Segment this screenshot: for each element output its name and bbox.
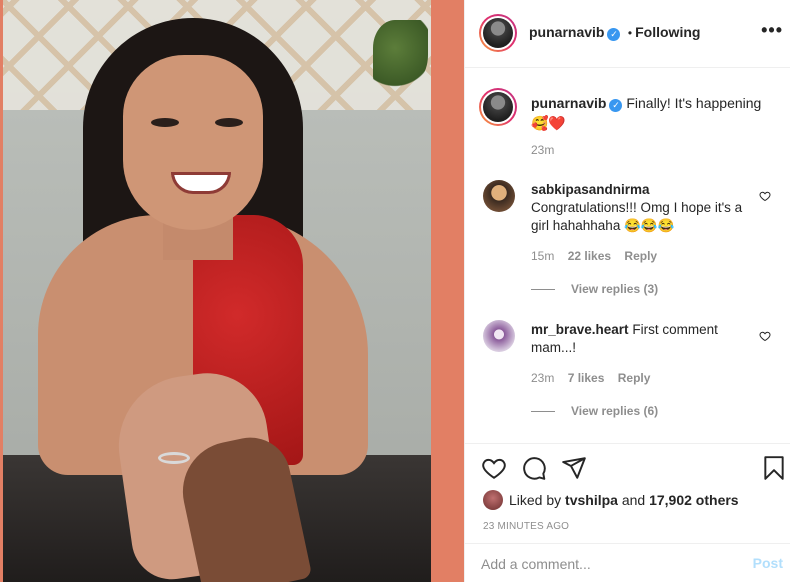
share-icon[interactable] — [561, 455, 587, 481]
photo-face — [123, 55, 263, 230]
verified-badge-icon: ✓ — [607, 28, 621, 41]
view-replies-button[interactable]: View replies (3) — [531, 282, 658, 296]
verified-badge-icon: ✓ — [609, 99, 623, 112]
comment-likes[interactable]: 7 likes — [568, 371, 605, 385]
photo-eye — [215, 118, 243, 127]
caption-text: Finally! It's happening — [626, 95, 762, 111]
following-button[interactable]: Following — [635, 24, 700, 40]
caption-avatar[interactable] — [479, 88, 517, 126]
comment-likes[interactable]: 22 likes — [568, 249, 611, 263]
comment-avatar[interactable] — [483, 180, 515, 212]
comment-text: Congratulations!!! Omg I hope it's a gir… — [531, 200, 743, 233]
comment-meta: 15m 22 likes Reply — [531, 249, 657, 263]
comment-time[interactable]: 23m — [531, 371, 554, 385]
photo-plant — [373, 20, 428, 90]
more-horizontal-icon[interactable]: ••• — [761, 20, 783, 41]
caption: punarnavib ✓ Finally! It's happening 🥰❤️ — [531, 93, 776, 133]
view-replies-label: View replies (3) — [571, 282, 659, 296]
likes-middle: and — [621, 492, 646, 508]
header-separator: • — [627, 26, 633, 40]
comment-body: sabkipasandnirma Congratulations!!! Omg … — [531, 181, 751, 235]
liker-username[interactable]: tvshilpa — [565, 492, 618, 508]
header-user-line: punarnavib ✓ • Following — [529, 24, 700, 42]
photo-eye — [151, 118, 179, 127]
comment-body: mr_brave.heart First comment mam...! — [531, 321, 751, 357]
replies-line — [531, 289, 555, 291]
post-button[interactable]: Post — [753, 555, 783, 571]
post-header: punarnavib ✓ • Following ••• — [465, 0, 790, 68]
comment-meta: 23m 7 likes Reply — [531, 371, 650, 385]
caption-username[interactable]: punarnavib — [531, 95, 606, 111]
likes-summary: Liked by tvshilpa and 17,902 others — [483, 490, 739, 510]
comment-like-heart-icon[interactable] — [759, 330, 771, 342]
post-side-panel: punarnavib ✓ • Following ••• punarnavib ✓ F… — [464, 0, 790, 582]
comment-icon[interactable] — [521, 455, 547, 481]
view-replies-button[interactable]: View replies (6) — [531, 404, 658, 418]
liker-avatar[interactable] — [483, 490, 503, 510]
post-timestamp[interactable]: 23 MINUTES AGO — [483, 521, 569, 532]
caption-time[interactable]: 23m — [531, 143, 554, 157]
comments-list[interactable]: punarnavib ✓ Finally! It's happening 🥰❤️ … — [465, 69, 790, 443]
comment-avatar[interactable] — [483, 320, 515, 352]
comment-like-heart-icon[interactable] — [759, 190, 771, 202]
post-actions: Liked by tvshilpa and 17,902 others 23 M… — [465, 443, 790, 543]
replies-line — [531, 411, 555, 413]
view-replies-label: View replies (6) — [571, 404, 659, 418]
add-comment-input[interactable] — [481, 554, 721, 574]
avatar-image — [483, 92, 513, 122]
caption-emoji: 🥰❤️ — [531, 115, 566, 131]
likes-count[interactable]: 17,902 others — [649, 492, 739, 508]
comment-time[interactable]: 15m — [531, 249, 554, 263]
add-comment-bar: Post — [465, 543, 790, 582]
bookmark-icon[interactable] — [761, 455, 787, 481]
comment-username[interactable]: sabkipasandnirma — [531, 182, 650, 197]
avatar-image — [483, 18, 513, 48]
likes-prefix: Liked by — [509, 492, 562, 508]
reply-button[interactable]: Reply — [624, 249, 657, 263]
avatar[interactable] — [479, 14, 517, 52]
header-username[interactable]: punarnavib — [529, 24, 604, 40]
reply-button[interactable]: Reply — [618, 371, 651, 385]
heart-icon[interactable] — [481, 455, 507, 481]
comment-username[interactable]: mr_brave.heart — [531, 322, 629, 337]
post-photo[interactable] — [3, 0, 431, 582]
photo-ring — [158, 452, 190, 464]
